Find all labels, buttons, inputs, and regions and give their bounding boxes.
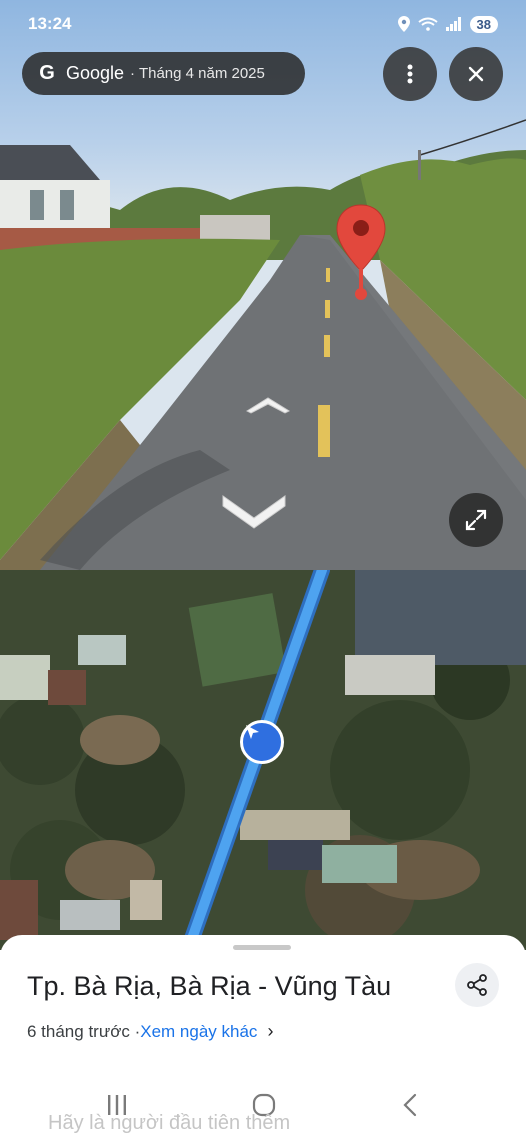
sheet-drag-handle[interactable] [233,945,291,950]
move-backward-arrow-icon[interactable] [221,490,287,532]
contribute-hint: Hãy là người đầu tiên thêm [48,1112,291,1134]
signal-status-icon [445,17,461,31]
status-time: 13:24 [28,14,72,33]
location-status-icon [397,16,410,32]
google-icon: G [39,62,55,84]
date-info-row: 6 tháng trước · Xem ngày khác › [27,1021,273,1042]
expand-icon [465,509,487,531]
expand-button[interactable] [449,493,503,547]
close-button[interactable] [449,47,503,101]
imagery-date-pill[interactable]: G Google · Tháng 4 năm 2025 [22,52,305,95]
satellite-map[interactable] [0,570,526,950]
street-view-panorama[interactable]: 13:24 38 G Google · Tháng 4 năm 2025 [0,0,526,570]
wifi-status-icon [417,17,438,31]
back-icon[interactable] [402,1093,418,1117]
navigation-arrow-icon [246,725,259,739]
place-info-sheet[interactable]: Tp. Bà Rịa, Bà Rịa - Vũng Tàu 6 tháng tr… [0,935,526,1139]
share-icon [467,974,487,996]
time-ago-label: 6 tháng trước · [27,1021,141,1041]
brand-label: Google [66,63,125,83]
place-name: Tp. Bà Rịa, Bà Rịa - Vũng Tàu [27,971,392,1001]
battery-indicator: 38 [469,15,498,33]
status-bar: 13:24 38 [28,12,498,36]
more-vert-icon [407,64,413,84]
chevron-right-icon[interactable]: › [267,1021,273,1042]
capture-date-label: · Tháng 4 năm 2025 [130,65,265,82]
close-icon [468,66,484,82]
location-pin-icon [336,204,386,300]
more-options-button[interactable] [383,47,437,101]
current-position-marker[interactable] [240,720,284,764]
share-button[interactable] [455,963,499,1007]
move-forward-arrow-icon[interactable] [245,393,291,415]
other-dates-link[interactable]: Xem ngày khác [140,1022,257,1042]
